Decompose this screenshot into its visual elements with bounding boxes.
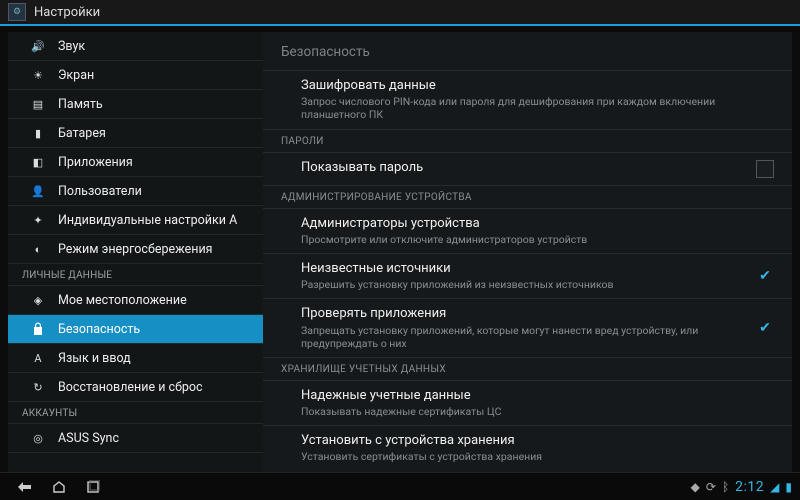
sidebar-item-location[interactable]: ◈ Мое местоположение <box>8 286 263 315</box>
sidebar-item-backup[interactable]: ↻ Восстановление и сброс <box>8 373 263 402</box>
row-sub: Запрос числового PIN-кода или пароля для… <box>301 95 774 121</box>
sidebar-item-label: Мое местоположение <box>58 293 187 308</box>
checkbox-unchecked-icon[interactable] <box>756 160 774 178</box>
row-trusted-creds[interactable]: Надежные учетные данные Показывать надеж… <box>263 380 792 425</box>
sidebar-item-label: Индивидуальные настройки A <box>58 213 237 228</box>
battery-status-icon: ▮ <box>785 480 792 494</box>
row-sub: Просмотрите или отключите администраторо… <box>301 233 774 246</box>
row-device-admins[interactable]: Администраторы устройства Просмотрите ил… <box>263 208 792 253</box>
row-label: Администраторы устройства <box>301 216 774 232</box>
subheader-device-admin: АДМИНИСТРИРОВАНИЕ УСТРОЙСТВА <box>263 185 792 208</box>
sidebar-section-personal: ЛИЧНЫЕ ДАННЫЕ <box>8 264 263 286</box>
sidebar-item-label: Безопасность <box>58 322 140 337</box>
settings-detail-pane: Безопасность Зашифровать данные Запрос ч… <box>263 32 792 472</box>
app-topbar: ⚙ Настройки <box>0 0 800 26</box>
sidebar-item-label: Восстановление и сброс <box>58 380 203 395</box>
sidebar-item-label: Приложения <box>58 155 133 170</box>
memory-icon: ▤ <box>30 96 46 112</box>
custom-icon: ✦ <box>30 212 46 228</box>
sidebar-item-label: Звук <box>58 39 85 54</box>
battery-icon: ▮ <box>30 125 46 141</box>
row-label: Проверять приложения <box>301 306 744 322</box>
row-label: Надежные учетные данные <box>301 388 774 404</box>
wifi-icon: ◢ <box>770 480 779 494</box>
sidebar-item-customize[interactable]: ✦ Индивидуальные настройки A <box>8 206 263 235</box>
language-icon: A <box>30 350 46 366</box>
users-icon: 👤 <box>30 183 46 199</box>
page-title: Безопасность <box>263 32 792 70</box>
powersave-icon: ◐ <box>30 241 46 257</box>
sidebar-item-label: Память <box>58 97 103 112</box>
subheader-cred-storage: ХРАНИЛИЩЕ УЧЕТНЫХ ДАННЫХ <box>263 357 792 380</box>
sidebar-item-label: Экран <box>58 68 94 83</box>
row-sub: Установить сертификаты с устройства хран… <box>301 450 774 463</box>
bluetooth-icon: ᛒ <box>722 480 729 494</box>
home-button[interactable] <box>42 475 76 499</box>
sidebar-item-label: Язык и ввод <box>58 351 131 366</box>
sidebar-item-label: Режим энергосбережения <box>58 242 213 257</box>
asus-icon: ◎ <box>30 430 46 446</box>
sidebar-section-accounts: АККАУНТЫ <box>8 402 263 424</box>
back-button[interactable] <box>8 475 42 499</box>
row-show-password[interactable]: Показывать пароль <box>263 152 792 185</box>
checkbox-checked-icon[interactable]: ✔ <box>756 267 774 285</box>
sidebar-item-users[interactable]: 👤 Пользователи <box>8 177 263 206</box>
row-sub: Показывать надежные сертификаты ЦС <box>301 405 774 418</box>
content-frame: 🔊 Звук ☀ Экран ▤ Память ▮ Батарея ◧ Прил… <box>8 32 792 472</box>
sidebar-item-display[interactable]: ☀ Экран <box>8 61 263 90</box>
subheader-passwords: ПАРОЛИ <box>263 129 792 152</box>
row-encrypt[interactable]: Зашифровать данные Запрос числового PIN-… <box>263 70 792 129</box>
sync-icon: ⟳ <box>706 480 716 494</box>
sound-icon: 🔊 <box>30 38 46 54</box>
row-label: Показывать пароль <box>301 160 744 176</box>
lock-icon <box>30 321 46 337</box>
system-navbar: ◆ ⟳ ᛒ 2:12 ◢ ▮ <box>0 472 800 500</box>
row-verify-apps[interactable]: Проверять приложения Запрещать установку… <box>263 298 792 357</box>
row-label: Зашифровать данные <box>301 78 774 94</box>
sidebar-item-label: Пользователи <box>58 184 142 199</box>
sidebar-item-asus-sync[interactable]: ◎ ASUS Sync <box>8 424 263 453</box>
sidebar-item-language[interactable]: A Язык и ввод <box>8 344 263 373</box>
row-unknown-sources[interactable]: Неизвестные источники Разрешить установк… <box>263 253 792 298</box>
row-label: Установить с устройства хранения <box>301 433 774 449</box>
screen: ⚙ Настройки 🔊 Звук ☀ Экран ▤ Память ▮ Ба… <box>0 0 800 500</box>
recent-apps-button[interactable] <box>76 475 110 499</box>
sidebar-item-battery[interactable]: ▮ Батарея <box>8 119 263 148</box>
sidebar-item-label: ASUS Sync <box>58 431 119 446</box>
status-tray[interactable]: ◆ ⟳ ᛒ 2:12 ◢ ▮ <box>691 479 792 495</box>
sidebar-item-label: Батарея <box>58 126 106 141</box>
clock: 2:12 <box>735 479 764 495</box>
sidebar-item-powersave[interactable]: ◐ Режим энергосбережения <box>8 235 263 264</box>
notification-icon: ◆ <box>691 480 700 494</box>
sidebar-item-memory[interactable]: ▤ Память <box>8 90 263 119</box>
sidebar-item-apps[interactable]: ◧ Приложения <box>8 148 263 177</box>
row-sub: Разрешить установку приложений из неизве… <box>301 278 744 291</box>
app-title: Настройки <box>34 5 100 20</box>
sidebar-item-sound[interactable]: 🔊 Звук <box>8 32 263 61</box>
row-sub: Запрещать установку приложений, которые … <box>301 324 744 350</box>
settings-app-icon: ⚙ <box>8 3 26 21</box>
apps-icon: ◧ <box>30 154 46 170</box>
settings-sidebar: 🔊 Звук ☀ Экран ▤ Память ▮ Батарея ◧ Прил… <box>8 32 263 472</box>
checkbox-checked-icon[interactable]: ✔ <box>756 319 774 337</box>
display-icon: ☀ <box>30 67 46 83</box>
location-icon: ◈ <box>30 292 46 308</box>
row-install-from-storage[interactable]: Установить с устройства хранения Установ… <box>263 425 792 470</box>
row-label: Неизвестные источники <box>301 261 744 277</box>
backup-icon: ↻ <box>30 379 46 395</box>
sidebar-item-security[interactable]: Безопасность <box>8 315 263 344</box>
